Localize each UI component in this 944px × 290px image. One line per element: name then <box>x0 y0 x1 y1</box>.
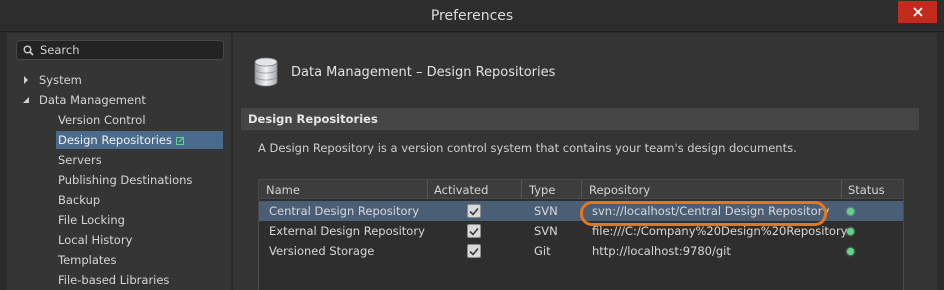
tree-item-publishing-destinations[interactable]: Publishing Destinations <box>7 171 231 189</box>
tree-item-label: Templates <box>58 253 117 267</box>
column-header-status[interactable]: Status <box>848 183 885 197</box>
column-separator[interactable] <box>427 180 428 199</box>
column-header-repository[interactable]: Repository <box>589 183 650 197</box>
search-input[interactable] <box>40 43 210 57</box>
repository-url: svn://localhost/Central Design Repositor… <box>592 204 830 218</box>
section-title: Design Repositories <box>248 112 378 126</box>
tree-item-templates[interactable]: Templates <box>7 251 231 269</box>
tree-item-label: Version Control <box>58 113 146 127</box>
checkmark-icon <box>469 247 479 256</box>
activated-checkbox[interactable] <box>467 224 481 238</box>
repository-type: Git <box>534 244 551 258</box>
tree-item-system[interactable]: System <box>7 71 231 89</box>
repositories-table: Name Activated Type Repository Status Ce… <box>258 179 904 290</box>
tree-item-file-locking[interactable]: File Locking <box>7 211 231 229</box>
tree-item-label: Design Repositories <box>58 131 185 149</box>
search-box[interactable] <box>16 40 224 60</box>
repository-type: SVN <box>534 204 558 218</box>
close-icon <box>912 7 923 17</box>
table-row[interactable]: Central Design Repository SVN svn://loca… <box>259 201 903 221</box>
tree-item-local-history[interactable]: Local History <box>7 231 231 249</box>
repository-name: Versioned Storage <box>269 244 375 258</box>
close-button[interactable] <box>898 1 937 23</box>
activated-checkbox[interactable] <box>467 204 481 218</box>
repository-type: SVN <box>534 224 558 238</box>
page-title: Data Management – Design Repositories <box>291 65 556 80</box>
tree-item-servers[interactable]: Servers <box>7 151 231 169</box>
table-header: Name Activated Type Repository Status <box>259 180 903 199</box>
section-header: Design Repositories <box>241 108 919 130</box>
column-separator[interactable] <box>841 180 842 199</box>
repository-url: file:///C:/Company%20Design%20Repository <box>592 224 848 238</box>
column-header-name[interactable]: Name <box>266 183 300 197</box>
tree-item-data-management[interactable]: Data Management <box>7 91 231 109</box>
status-ok-icon <box>847 248 854 255</box>
search-icon <box>23 45 34 56</box>
column-header-activated[interactable]: Activated <box>434 183 488 197</box>
column-separator[interactable] <box>581 180 582 199</box>
checkmark-icon <box>469 227 479 236</box>
tree-item-label: Backup <box>58 193 101 207</box>
activated-checkbox[interactable] <box>467 244 481 258</box>
checkmark-icon <box>469 207 479 216</box>
tree-item-label: Publishing Destinations <box>58 173 193 187</box>
section-description: A Design Repository is a version control… <box>258 141 797 155</box>
table-row[interactable]: Versioned Storage Git http://localhost:9… <box>259 241 903 261</box>
window-title: Preferences <box>430 8 514 24</box>
status-ok-icon <box>847 208 854 215</box>
column-header-type[interactable]: Type <box>529 183 555 197</box>
title-bar: Preferences <box>0 0 944 32</box>
tree-item-label: Data Management <box>39 93 146 107</box>
database-icon <box>254 57 278 87</box>
repository-url: http://localhost:9780/git <box>592 244 731 258</box>
tree-item-label: File Locking <box>58 213 125 227</box>
table-row[interactable]: External Design Repository SVN file:///C… <box>259 221 903 241</box>
expand-arrow-icon[interactable] <box>21 71 31 89</box>
tree-item-version-control[interactable]: Version Control <box>7 111 231 129</box>
tree-item-label: File-based Libraries <box>58 273 170 287</box>
tree-item-label: System <box>39 73 82 87</box>
edit-icon <box>175 136 185 145</box>
repository-name: External Design Repository <box>269 224 425 238</box>
tree-item-label: Local History <box>58 233 133 247</box>
tree-item-backup[interactable]: Backup <box>7 191 231 209</box>
repository-name: Central Design Repository <box>269 204 420 218</box>
tree-item-design-repositories[interactable]: Design Repositories <box>56 131 223 149</box>
collapse-arrow-icon[interactable] <box>21 91 31 109</box>
tree-item-label: Servers <box>58 153 102 167</box>
navigation-panel: System Data Management Version Control D… <box>7 33 231 290</box>
content-panel: Data Management – Design Repositories De… <box>233 33 937 290</box>
status-ok-icon <box>847 228 854 235</box>
tree-item-file-based-libraries[interactable]: File-based Libraries <box>7 271 231 289</box>
column-separator[interactable] <box>521 180 522 199</box>
